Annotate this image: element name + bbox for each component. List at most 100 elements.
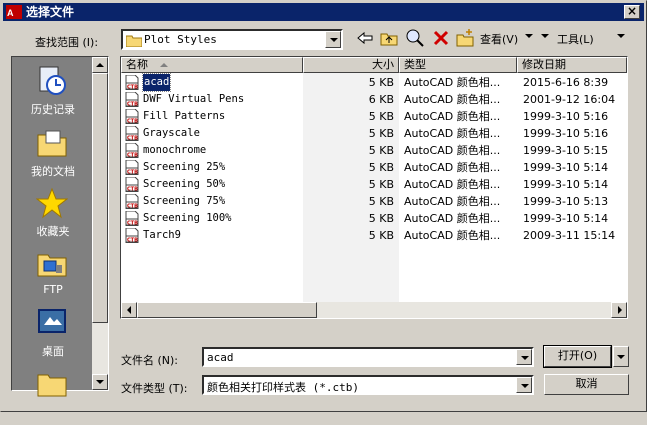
file-row[interactable]: CTB Screening 50% 5 KB AutoCAD 颜色相... 1999-3… [121, 176, 627, 193]
place-history-label: 历史记录 [31, 103, 75, 116]
col-type[interactable]: 类型 [399, 57, 517, 73]
svg-text:CTB: CTB [127, 153, 138, 159]
file-modified: 1999-3-10 5:14 [523, 178, 609, 191]
title-bar[interactable]: A 选择文件 × [3, 3, 644, 21]
file-modified: 1999-3-10 5:14 [523, 161, 609, 174]
file-size: 5 KB [368, 144, 394, 157]
folder-icon [126, 35, 142, 47]
file-type: AutoCAD 颜色相... [404, 127, 501, 140]
col-modified[interactable]: 修改日期 [517, 57, 627, 73]
places-scroll-down[interactable] [92, 374, 108, 390]
file-row[interactable]: CTB Screening 75% 5 KB AutoCAD 颜色相... 1999-3… [121, 193, 627, 210]
file-row[interactable]: CTB DWF Virtual Pens 6 KB AutoCAD 颜色相... 200… [121, 91, 627, 108]
filetype-value: 颜色相关打印样式表 (*.ctb) [207, 381, 359, 394]
ctb-file-icon: CTB [125, 75, 139, 90]
hscroll-left[interactable] [121, 302, 137, 318]
file-size: 5 KB [368, 229, 394, 242]
open-options-icon [617, 355, 625, 359]
filetype-select[interactable]: 颜色相关打印样式表 (*.ctb) [202, 375, 534, 395]
file-type: AutoCAD 颜色相... [404, 178, 501, 191]
views-menu[interactable]: 查看(V) [480, 31, 518, 47]
ctb-file-icon: CTB [125, 228, 139, 243]
file-size: 5 KB [368, 76, 394, 89]
filename-dropdown-arrow[interactable] [516, 349, 532, 365]
delete-icon[interactable] [431, 28, 451, 48]
file-name: Grayscale [143, 127, 200, 139]
file-size: 5 KB [368, 178, 394, 191]
place-favorites[interactable]: 收藏夹 [12, 183, 94, 245]
file-row[interactable]: CTB monochrome 5 KB AutoCAD 颜色相... 1999-3-10… [121, 142, 627, 159]
place-more[interactable] [12, 363, 94, 425]
file-row[interactable]: CTB acad 5 KB AutoCAD 颜色相... 2015-6-16 8:39 [121, 73, 627, 92]
open-button[interactable]: 打开(O) [543, 345, 612, 368]
file-modified: 1999-3-10 5:14 [523, 212, 609, 225]
filetype-dropdown-arrow[interactable] [516, 377, 532, 393]
file-size: 5 KB [368, 195, 394, 208]
file-name: DWF Virtual Pens [143, 93, 245, 105]
ctb-file-icon: CTB [125, 160, 139, 175]
filename-label: 文件名 (N): [121, 354, 179, 367]
places-scrollbar[interactable] [92, 57, 108, 390]
places-bar: 历史记录 我的文档 收藏夹 FTP 桌面 [11, 56, 109, 397]
file-size: 6 KB [368, 93, 394, 106]
search-web-icon[interactable] [405, 28, 425, 48]
place-documents[interactable]: 我的文档 [12, 123, 94, 185]
file-row[interactable]: CTB Fill Patterns 5 KB AutoCAD 颜色相... 1999-3… [121, 108, 627, 125]
col-name[interactable]: 名称 [121, 57, 303, 73]
file-dialog: A 选择文件 × 查找范围 (I): Plot Styles 查看(V) 工具(… [0, 0, 647, 412]
favorites-icon [36, 187, 68, 219]
hscroll-right[interactable] [611, 302, 627, 318]
filetype-label: 文件类型 (T): [121, 382, 188, 395]
up-folder-icon[interactable] [379, 28, 399, 48]
file-type: AutoCAD 颜色相... [404, 144, 501, 157]
autocad-icon: A [6, 5, 22, 19]
file-name: Screening 25% [143, 161, 226, 173]
place-desktop[interactable]: 桌面 [12, 303, 94, 365]
place-ftp[interactable]: FTP [12, 243, 94, 305]
lookin-label: 查找范围 (I): [35, 36, 99, 49]
file-hscrollbar[interactable] [121, 302, 627, 318]
close-button[interactable]: × [624, 5, 640, 19]
open-options-arrow[interactable] [613, 346, 629, 367]
file-type: AutoCAD 颜色相... [404, 76, 501, 89]
file-modified: 1999-3-10 5:16 [523, 127, 609, 140]
back-icon[interactable] [355, 28, 375, 48]
file-row[interactable]: CTB Grayscale 5 KB AutoCAD 颜色相... 1999-3-10 … [121, 125, 627, 142]
ctb-file-icon: CTB [125, 143, 139, 158]
places-scroll-up[interactable] [92, 57, 108, 73]
cancel-button[interactable]: 取消 [544, 374, 629, 395]
file-size: 5 KB [368, 110, 394, 123]
file-name: monochrome [143, 144, 207, 156]
file-type: AutoCAD 颜色相... [404, 212, 501, 225]
col-type-label: 类型 [404, 58, 426, 71]
tools-menu[interactable]: 工具(L) [557, 31, 594, 47]
svg-text:CTB: CTB [127, 119, 138, 125]
places-scroll-thumb[interactable] [92, 73, 108, 323]
col-size[interactable]: 大小 [303, 57, 399, 73]
window-title: 选择文件 [26, 5, 75, 19]
file-type: AutoCAD 颜色相... [404, 110, 501, 123]
filename-input[interactable]: acad [202, 347, 534, 367]
documents-icon [37, 130, 67, 157]
lookin-combo[interactable]: Plot Styles [121, 29, 343, 50]
new-folder-icon[interactable] [455, 28, 475, 48]
place-desktop-label: 桌面 [42, 345, 64, 358]
lookin-dropdown-arrow[interactable] [325, 31, 341, 48]
ctb-file-icon: CTB [125, 194, 139, 209]
hscroll-thumb[interactable] [137, 302, 317, 318]
file-modified: 1999-3-10 5:15 [523, 144, 609, 157]
svg-text:CTB: CTB [127, 102, 138, 108]
file-size: 5 KB [368, 161, 394, 174]
desktop-icon [38, 309, 66, 336]
file-row[interactable]: CTB Tarch9 5 KB AutoCAD 颜色相... 2009-3-11 15:… [121, 227, 627, 244]
svg-text:CTB: CTB [127, 136, 138, 142]
history-icon [39, 66, 66, 95]
tools-dropdown-arrow[interactable] [541, 34, 549, 38]
svg-text:CTB: CTB [127, 187, 138, 193]
column-headers: 名称 大小 类型 修改日期 [121, 57, 627, 73]
file-row[interactable]: CTB Screening 25% 5 KB AutoCAD 颜色相... 1999-3… [121, 159, 627, 176]
file-row[interactable]: CTB Screening 100% 5 KB AutoCAD 颜色相... 1999-… [121, 210, 627, 227]
views-dropdown-arrow[interactable] [525, 34, 533, 38]
place-history[interactable]: 历史记录 [12, 61, 94, 123]
tools-more-arrow[interactable] [617, 34, 625, 38]
